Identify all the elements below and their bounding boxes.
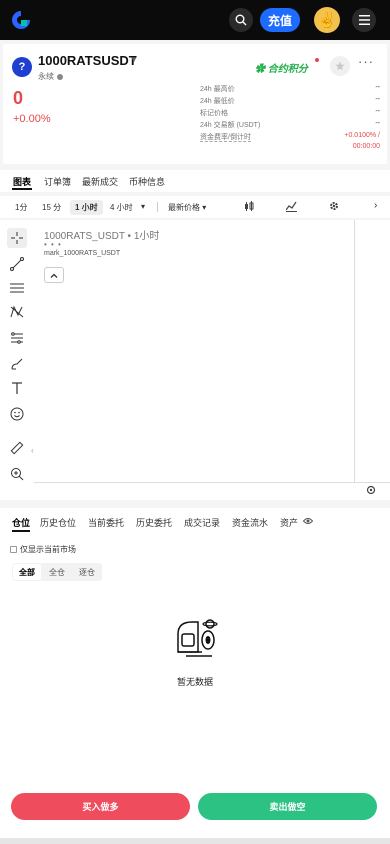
last-price: 0 — [13, 88, 24, 108]
favorite-button[interactable] — [330, 56, 350, 76]
mode-isolated[interactable]: 逐仓 — [72, 563, 102, 581]
brush-tool[interactable] — [7, 354, 27, 374]
pattern-icon — [10, 305, 24, 318]
trend-line-icon — [10, 257, 24, 271]
tab-positions[interactable]: 仓位 — [12, 516, 30, 529]
stat-mark-price: 标记价格 -- — [200, 108, 380, 117]
info-icon[interactable] — [57, 73, 63, 80]
tab-underline — [12, 530, 30, 532]
sell-short-button[interactable]: 卖出做空 — [198, 793, 377, 820]
indicator-icon[interactable] — [286, 201, 297, 212]
text-tool[interactable] — [7, 378, 27, 398]
time-axis — [34, 482, 390, 483]
tab-assets[interactable]: 资产 — [280, 516, 298, 529]
contract-type: 永续 — [38, 71, 63, 82]
points-icon: ✿ — [255, 64, 268, 75]
search-button[interactable] — [229, 8, 253, 32]
margin-mode-filter: 全部 全仓 逐仓 — [12, 563, 102, 581]
interval-1h[interactable]: 1 小时 — [70, 200, 103, 215]
stat-low: 24h 最低价 -- — [200, 96, 380, 105]
trend-line-tool[interactable] — [7, 254, 27, 274]
tab-underline — [12, 188, 32, 190]
chevron-right-icon[interactable]: › — [374, 200, 377, 211]
chart-more-icon[interactable]: • • • — [44, 240, 62, 249]
collapse-toolbar-icon[interactable]: ‹ — [31, 446, 38, 460]
pattern-tool[interactable] — [7, 302, 27, 322]
ruler-tool[interactable] — [7, 438, 27, 458]
measure-tool[interactable] — [7, 328, 27, 348]
caret-down-icon[interactable]: ▼ — [130, 55, 138, 64]
tab-coin-info[interactable]: 币种信息 — [129, 175, 165, 188]
buy-long-button[interactable]: 买入做多 — [11, 793, 190, 820]
tab-trades[interactable]: 最新成交 — [82, 175, 118, 188]
crosshair-tool[interactable] — [7, 228, 27, 248]
price-axis — [354, 220, 355, 482]
mode-cross[interactable]: 全仓 — [42, 563, 72, 581]
chevron-up-icon — [50, 273, 58, 278]
logo-icon[interactable] — [10, 9, 32, 31]
stat-high: 24h 最高价 -- — [200, 84, 380, 93]
brush-icon — [11, 358, 23, 370]
tab-order-history[interactable]: 历史委托 — [136, 516, 172, 529]
mark-price-label: mark_1000RATS_USDT — [44, 250, 121, 257]
measure-lines-icon — [11, 332, 23, 344]
contract-points-link[interactable]: ✿ 合约积分 — [255, 60, 308, 75]
stat-funding-countdown: 00:00:00 — [352, 143, 380, 150]
main-tabs: 图表 订单簿 最新成交 币种信息 — [0, 170, 390, 192]
interval-4h[interactable]: 4 小时 — [110, 202, 133, 213]
empty-state-icon — [177, 619, 218, 657]
zoom-in-icon — [11, 468, 24, 481]
eye-icon[interactable] — [303, 517, 313, 525]
tab-orderbook[interactable]: 订单簿 — [44, 175, 71, 188]
stat-volume: 24h 交易额 (USDT) -- — [200, 120, 380, 129]
collapse-legend-button[interactable] — [44, 267, 64, 283]
chart-area[interactable]: ‹ 1000RATS_USDT • 1小时 • • • mark_1000RAT… — [0, 220, 390, 500]
menu-icon — [358, 15, 370, 25]
price-type-select[interactable]: 最新价格 ▾ — [168, 202, 206, 213]
checkbox-label: 仅显示当前市场 — [20, 545, 76, 554]
tab-chart[interactable]: 图表 — [13, 175, 31, 188]
top-bar: 充值 ✌ — [0, 0, 390, 40]
stat-funding: 资金费率/倒计时 +0.0100% / — [200, 132, 380, 142]
zoom-tool[interactable] — [7, 464, 27, 484]
empty-state-text: 暂无数据 — [176, 677, 213, 687]
search-icon — [235, 14, 247, 26]
smiley-icon — [10, 407, 24, 421]
fib-lines-icon — [10, 283, 24, 293]
text-icon — [12, 381, 22, 394]
deposit-button[interactable]: 充值 — [260, 8, 300, 32]
interval-15m[interactable]: 15 分 — [42, 202, 61, 213]
checkbox[interactable] — [10, 546, 17, 553]
mode-all[interactable]: 全部 — [13, 564, 41, 580]
menu-button[interactable] — [352, 8, 376, 32]
candlestick-icon[interactable] — [244, 201, 254, 212]
home-indicator — [0, 838, 390, 844]
settings-icon[interactable] — [329, 201, 339, 211]
star-icon — [335, 61, 345, 71]
ruler-icon — [10, 441, 24, 455]
chart-settings-icon[interactable] — [366, 485, 376, 495]
emoji-tool[interactable] — [7, 404, 27, 424]
coin-icon: ? — [12, 57, 32, 77]
tab-open-orders[interactable]: 当前委托 — [88, 516, 124, 529]
crosshair-icon — [11, 232, 23, 244]
interval-dropdown-icon[interactable]: ▾ — [141, 202, 145, 211]
more-options-icon[interactable]: ··· — [358, 54, 374, 69]
current-market-filter[interactable]: 仅显示当前市场 — [10, 544, 76, 555]
notification-dot — [315, 58, 319, 62]
chart-toolbar: 1分 15 分 1 小时 4 小时 ▾ 最新价格 ▾ › — [0, 196, 390, 218]
symbol-title[interactable]: 1000RATSUSDT — [38, 53, 137, 68]
avatar[interactable]: ✌ — [314, 7, 340, 33]
ticker-card: ? 1000RATSUSDT ▼ 永续 0 +0.00% ✿ 合约积分 ··· … — [3, 44, 387, 164]
horizontal-lines-tool[interactable] — [7, 278, 27, 298]
tab-position-history[interactable]: 历史仓位 — [40, 516, 76, 529]
divider — [157, 202, 158, 212]
price-change: +0.00% — [13, 113, 51, 125]
interval-1m[interactable]: 1分 — [15, 202, 27, 213]
drawing-toolbar — [0, 220, 34, 500]
tab-trade-history[interactable]: 成交记录 — [184, 516, 220, 529]
tab-funding-flow[interactable]: 资金流水 — [232, 516, 268, 529]
